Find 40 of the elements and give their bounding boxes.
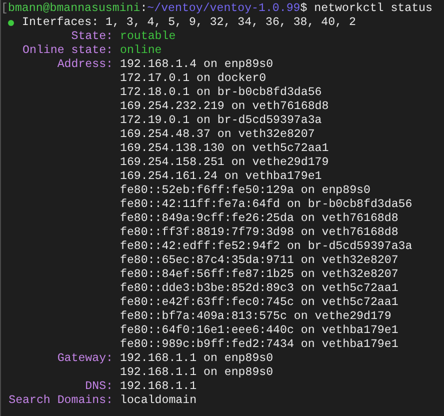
field-value: localdomain [120, 394, 197, 408]
field-label: Gateway: [56, 352, 113, 367]
field-value: fe80::42:edff:fe52:94f2 on br-d5cd59397a3a [120, 240, 412, 254]
field-value: 169.254.158.251 on vethe29d179 [120, 156, 330, 170]
field-value: fe80::42:11ff:fe7a:64fd on br-b0cb8fd3da56 [120, 198, 412, 212]
field-value: fe80::64f0:16e1:eee6:440c on vethba179e1 [120, 324, 400, 338]
prompt-path: ~/ventoy/ventoy-1.0.99 [147, 2, 300, 16]
field-value: 169.254.138.130 on veth5c72aa1 [120, 142, 330, 156]
field-value: fe80::bf7a:409a:813:575c on vethe29d179 [120, 310, 392, 324]
field-value: fe80::989c:b9ff:fed2:7434 on vethba179e1 [120, 338, 400, 352]
field-value: fe80::65ec:87c4:35da:9711 on veth32e8207 [120, 254, 400, 268]
field-label: Address: [56, 58, 113, 73]
prompt-user-host: bmann@bmannasusmini [8, 2, 140, 16]
field-value: 192.168.1.1 on enp89s0 [120, 366, 274, 380]
field-value: 172.18.0.1 on br-b0cb8fd3da56 [120, 86, 323, 100]
field-value: online [120, 44, 162, 58]
prompt-bracket: [ [1, 2, 8, 16]
field-value: fe80::ff3f:8819:7f79:3d98 on veth76168d8 [120, 226, 400, 240]
field-value: 192.168.1.1 [120, 380, 197, 394]
field-value: fe80::dde3:b3be:852d:89c3 on veth5c72aa1 [120, 282, 400, 296]
field-value: 169.254.232.219 on veth76168d8 [120, 100, 330, 114]
field-value: 172.17.0.1 on docker0 [120, 72, 268, 86]
command-text: networkctl status [313, 2, 432, 16]
field-value: 192.168.1.1 on enp89s0 [120, 352, 274, 366]
field-value: fe80::84ef:56ff:fe87:1b25 on veth32e8207 [120, 268, 400, 282]
field-value: routable [120, 30, 176, 44]
field-value: fe80::52eb:f6ff:fe50:129a on enp89s0 [120, 184, 372, 198]
field-value: 169.254.48.37 on veth32e8207 [120, 128, 316, 142]
field-value: 192.168.1.4 on enp89s0 [120, 58, 274, 72]
prompt-separator: : [140, 2, 148, 16]
prompt-symbol: $ [300, 2, 308, 16]
field-label: DNS: [84, 380, 113, 394]
field-value: 172.19.0.1 on br-d5cd59397a3a [120, 114, 323, 128]
field-label: Online state: [22, 44, 113, 58]
field-value: 169.254.161.24 on vethba179e1 [120, 170, 323, 184]
field-label: State: [70, 30, 113, 44]
field-value: fe80::e42f:63ff:fec0:745c on veth5c72aa1 [120, 296, 400, 310]
field-label: Search Domains: [8, 394, 113, 408]
interfaces-text: Interfaces: 1, 3, 4, 5, 9, 32, 34, 36, 38, 40, 2 [22, 16, 356, 30]
field-value: fe80::849a:9cff:fe26:25da on veth76168d8 [120, 212, 400, 226]
